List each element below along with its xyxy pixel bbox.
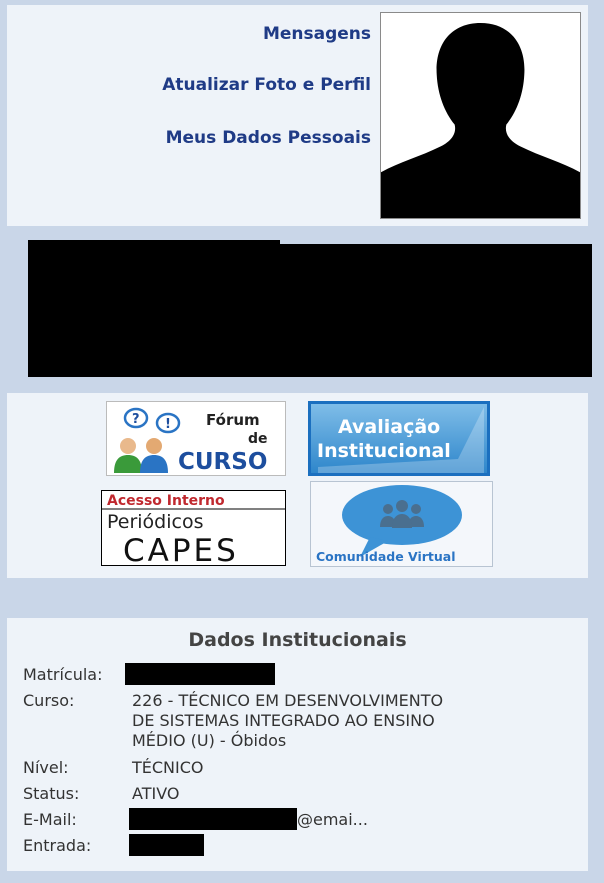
quick-links-panel: ? ! Fórum de CURSO Avaliação Institucion…: [7, 393, 588, 578]
forum-de-word: de: [248, 431, 268, 447]
avaliacao-line1: Avaliação: [338, 416, 440, 438]
profile-photo: [380, 12, 581, 219]
curso-value-line3: MÉDIO (U) - Óbidos: [132, 731, 287, 750]
nivel-value: TÉCNICO: [132, 758, 204, 777]
profile-panel: Mensagens Atualizar Foto e Perfil Meus D…: [7, 5, 588, 226]
forum-curso-button[interactable]: ? ! Fórum de CURSO: [106, 401, 286, 476]
email-redacted: [129, 808, 297, 830]
comunidade-virtual-button[interactable]: Comunidade Virtual: [310, 481, 493, 567]
silhouette-avatar-icon: [381, 13, 580, 218]
institutional-data-panel: Dados Institucionais Matrícula: Curso: 2…: [7, 618, 588, 871]
institutional-data-title: Dados Institucionais: [188, 629, 407, 651]
status-value: ATIVO: [132, 784, 180, 803]
capes-line2: Periódicos: [107, 511, 204, 533]
status-label: Status:: [23, 784, 80, 803]
nivel-label: Nível:: [23, 758, 69, 777]
capes-line3: CAPES: [123, 533, 239, 566]
email-suffix: @emai...: [297, 810, 368, 829]
personal-data-link[interactable]: Meus Dados Pessoais: [166, 128, 371, 148]
matricula-label: Matrícula:: [23, 665, 103, 684]
comunidade-label: Comunidade Virtual: [316, 549, 456, 564]
periodicos-capes-button[interactable]: Acesso Interno Periódicos CAPES: [101, 490, 286, 566]
avaliacao-institucional-button[interactable]: Avaliação Institucional: [308, 401, 490, 476]
messages-link[interactable]: Mensagens: [263, 24, 371, 44]
capes-line1: Acesso Interno: [107, 493, 225, 509]
redacted-area: [28, 244, 592, 377]
curso-label: Curso:: [23, 691, 75, 710]
entrada-redacted: [129, 834, 204, 856]
update-photo-profile-link[interactable]: Atualizar Foto e Perfil: [162, 75, 371, 95]
matricula-redacted: [125, 663, 275, 685]
svg-text:?: ?: [132, 412, 140, 427]
curso-value-line1: 226 - TÉCNICO EM DESENVOLVIMENTO: [132, 691, 444, 710]
forum-curso-word: CURSO: [178, 449, 267, 475]
avaliacao-line2: Institucional: [317, 440, 451, 462]
svg-text:!: !: [165, 417, 171, 432]
email-label: E-Mail:: [23, 810, 77, 829]
entrada-label: Entrada:: [23, 836, 92, 855]
forum-word: Fórum: [206, 411, 260, 429]
curso-value-line2: DE SISTEMAS INTEGRADO AO ENSINO: [132, 711, 435, 730]
